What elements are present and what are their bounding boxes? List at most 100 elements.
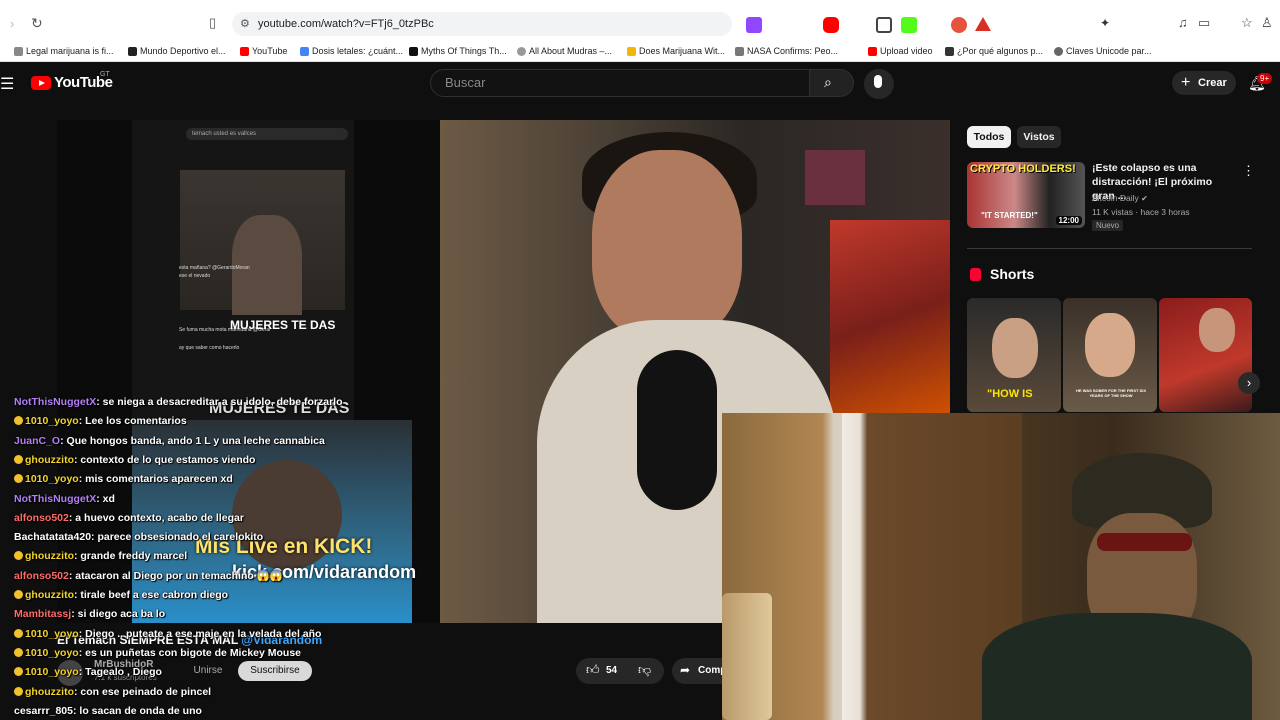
chat-text: : tirale beef a ese cabron diego	[73, 589, 229, 601]
recommended-channel[interactable]: Altcoin Daily ✔	[1092, 193, 1148, 203]
chip-all[interactable]: Todos	[967, 126, 1011, 148]
bookmark-item[interactable]: All About Mudras –...	[517, 44, 612, 58]
extensions-puzzle-icon[interactable]: ✦	[1100, 16, 1110, 30]
more-options-icon[interactable]: ⋮	[1242, 163, 1255, 179]
chat-text: : mis comentarios aparecen xd	[78, 473, 233, 486]
short-item[interactable]: "HOW IS	[967, 298, 1061, 412]
chat-username[interactable]: 1010_yoyo	[25, 666, 79, 678]
drive-extension-icon[interactable]	[975, 17, 991, 31]
phone-caption: MUJERES TE DAS	[230, 318, 336, 332]
voice-search-button[interactable]	[864, 69, 894, 99]
chat-username[interactable]: ghouzzito	[25, 454, 74, 466]
chat-username[interactable]: alfonso502	[14, 512, 69, 524]
chat-badge-icon	[14, 590, 23, 599]
bookmark-item[interactable]: NASA Confirms: Peo...	[735, 44, 838, 58]
bookmark-item[interactable]: Myths Of Things Th...	[409, 44, 507, 58]
search-input[interactable]: Buscar	[430, 69, 810, 97]
bookmark-item[interactable]: ¿Por qué algunos p...	[945, 44, 1043, 58]
join-button[interactable]: Unirse	[188, 661, 228, 681]
create-button[interactable]: + Crear	[1172, 71, 1236, 95]
chat-message: ghouzzito: tirale beef a ese cabron dieg…	[14, 587, 228, 603]
reload-icon[interactable]: ↻	[31, 15, 43, 32]
favorites-icon[interactable]: ☆	[1241, 15, 1253, 31]
chip-watched[interactable]: Vistos	[1017, 126, 1061, 148]
chat-message: NotThisNuggetX: se niega a desacreditar …	[14, 394, 343, 410]
chat-username[interactable]: 1010_yoyo	[25, 473, 79, 485]
share-icon: ➦	[680, 663, 691, 677]
sidepanel-icon[interactable]: ▭	[1198, 15, 1210, 31]
shorts-next-button[interactable]: ›	[1238, 372, 1260, 394]
chat-username[interactable]: ghouzzito	[25, 589, 74, 601]
search-button[interactable]: ⌕	[810, 69, 854, 97]
dislike-icon[interactable]: 👎︎	[638, 662, 651, 678]
shield-extension-icon[interactable]	[951, 17, 967, 33]
chat-text: : Que hongos banda, ando 1 L y una leche…	[60, 434, 325, 447]
chat-text: : es un puñetas con bigote de Mickey Mou…	[78, 646, 302, 659]
country-code: GT	[100, 71, 110, 78]
bookmark-icon	[1054, 46, 1063, 56]
bookmark-item[interactable]: Claves Unicode par...	[1054, 44, 1152, 58]
bookmark-star-icon[interactable]: ▯	[209, 15, 216, 31]
bookmark-item[interactable]: Legal marijuana is fi...	[14, 44, 114, 58]
chat-message: cesarrr_805: lo sacan de onda de uno	[14, 703, 202, 719]
youtube-extension-icon[interactable]	[823, 17, 839, 33]
recommended-meta: 11 K vistas · hace 3 horas	[1092, 207, 1190, 217]
bookmark-item[interactable]: YouTube	[240, 44, 287, 58]
webcam-overlay	[722, 413, 1280, 720]
address-bar[interactable]: ⚙ youtube.com/watch?v=FTj6_0tzPBc	[232, 12, 732, 36]
chat-username[interactable]: cesarrr_805	[14, 705, 73, 717]
chat-text: : parece obsesionado el carelokito	[91, 531, 264, 544]
short-face	[992, 318, 1038, 378]
chat-badge-icon	[14, 474, 23, 484]
chat-message: 1010_yoyo: mis comentarios aparecen xd	[14, 471, 233, 487]
hamburger-menu-icon[interactable]: ☰	[0, 74, 14, 94]
cast-extension-icon[interactable]	[876, 17, 892, 33]
chat-text: : con ese peinado de pincel	[73, 685, 212, 698]
chat-username[interactable]: NotThisNuggetX	[14, 396, 96, 408]
chat-username[interactable]: alfonso502	[14, 570, 69, 582]
short-item[interactable]: HE WAS SOBER FOR THE FIRST SIX YEARS OF …	[1063, 298, 1157, 412]
chat-text: : Tagealo , Diego	[78, 666, 162, 679]
chat-badge-icon	[14, 647, 23, 657]
profile-icon[interactable]: ♙	[1261, 15, 1273, 31]
youtube-bookmark-icon	[240, 46, 249, 56]
chat-text: : Lee los comentarios	[78, 415, 187, 428]
google-bookmark-icon	[300, 46, 309, 56]
bookmark-item[interactable]: Dosis letales: ¿cuánt...	[300, 44, 403, 58]
recommended-thumbnail[interactable]: CRYPTO HOLDERS! "IT STARTED!" 12:00	[967, 162, 1085, 228]
short-face	[1199, 308, 1235, 352]
chat-username[interactable]: ghouzzito	[25, 550, 74, 562]
back-icon[interactable]: ›	[10, 16, 14, 31]
like-count[interactable]: 54	[606, 665, 617, 676]
bookmark-item[interactable]: Upload video	[868, 44, 933, 58]
streamer-microphone	[637, 350, 717, 510]
bookmark-item[interactable]: Does Marijuana Wit...	[627, 44, 725, 58]
youtube-logo-icon[interactable]	[31, 76, 51, 90]
chat-username[interactable]: NotThisNuggetX	[14, 493, 96, 505]
site-settings-icon[interactable]: ⚙	[240, 12, 250, 36]
short-item[interactable]	[1159, 298, 1252, 412]
twitch-extension-icon[interactable]	[746, 17, 762, 33]
chat-username[interactable]: 1010_yoyo	[25, 628, 79, 640]
chat-badge-icon	[14, 551, 23, 561]
bookmark-icon	[128, 46, 137, 56]
search-icon: ⌕	[824, 74, 832, 90]
bookmark-item[interactable]: Mundo Deportivo el...	[128, 44, 226, 58]
chat-username[interactable]: Bachatatata420	[14, 531, 91, 543]
like-icon[interactable]: 👍︎	[586, 662, 600, 678]
short-caption: HE WAS SOBER FOR THE FIRST SIX YEARS OF …	[1075, 388, 1146, 398]
media-icon[interactable]: ♫	[1178, 15, 1188, 30]
chat-username[interactable]: ghouzzito	[25, 686, 74, 698]
chat-username[interactable]: 1010_yoyo	[25, 647, 79, 659]
chat-text: : se niega a desacreditar a su idolo, de…	[96, 396, 343, 408]
subscribe-button[interactable]: Suscribirse	[238, 661, 312, 681]
chat-message: Bachatatata420: parece obsesionado el ca…	[14, 529, 263, 545]
thumbnail-headline: CRYPTO HOLDERS!	[970, 163, 1076, 175]
divider	[967, 248, 1252, 249]
bookmark-icon	[14, 46, 23, 56]
kick-extension-icon[interactable]	[901, 17, 917, 33]
chat-username[interactable]: 1010_yoyo	[25, 415, 79, 427]
chat-message: Mambitassj: si diego aca ba lo	[14, 606, 165, 622]
chat-username[interactable]: JuanC_O	[14, 435, 60, 447]
chat-username[interactable]: Mambitassj	[14, 608, 71, 620]
